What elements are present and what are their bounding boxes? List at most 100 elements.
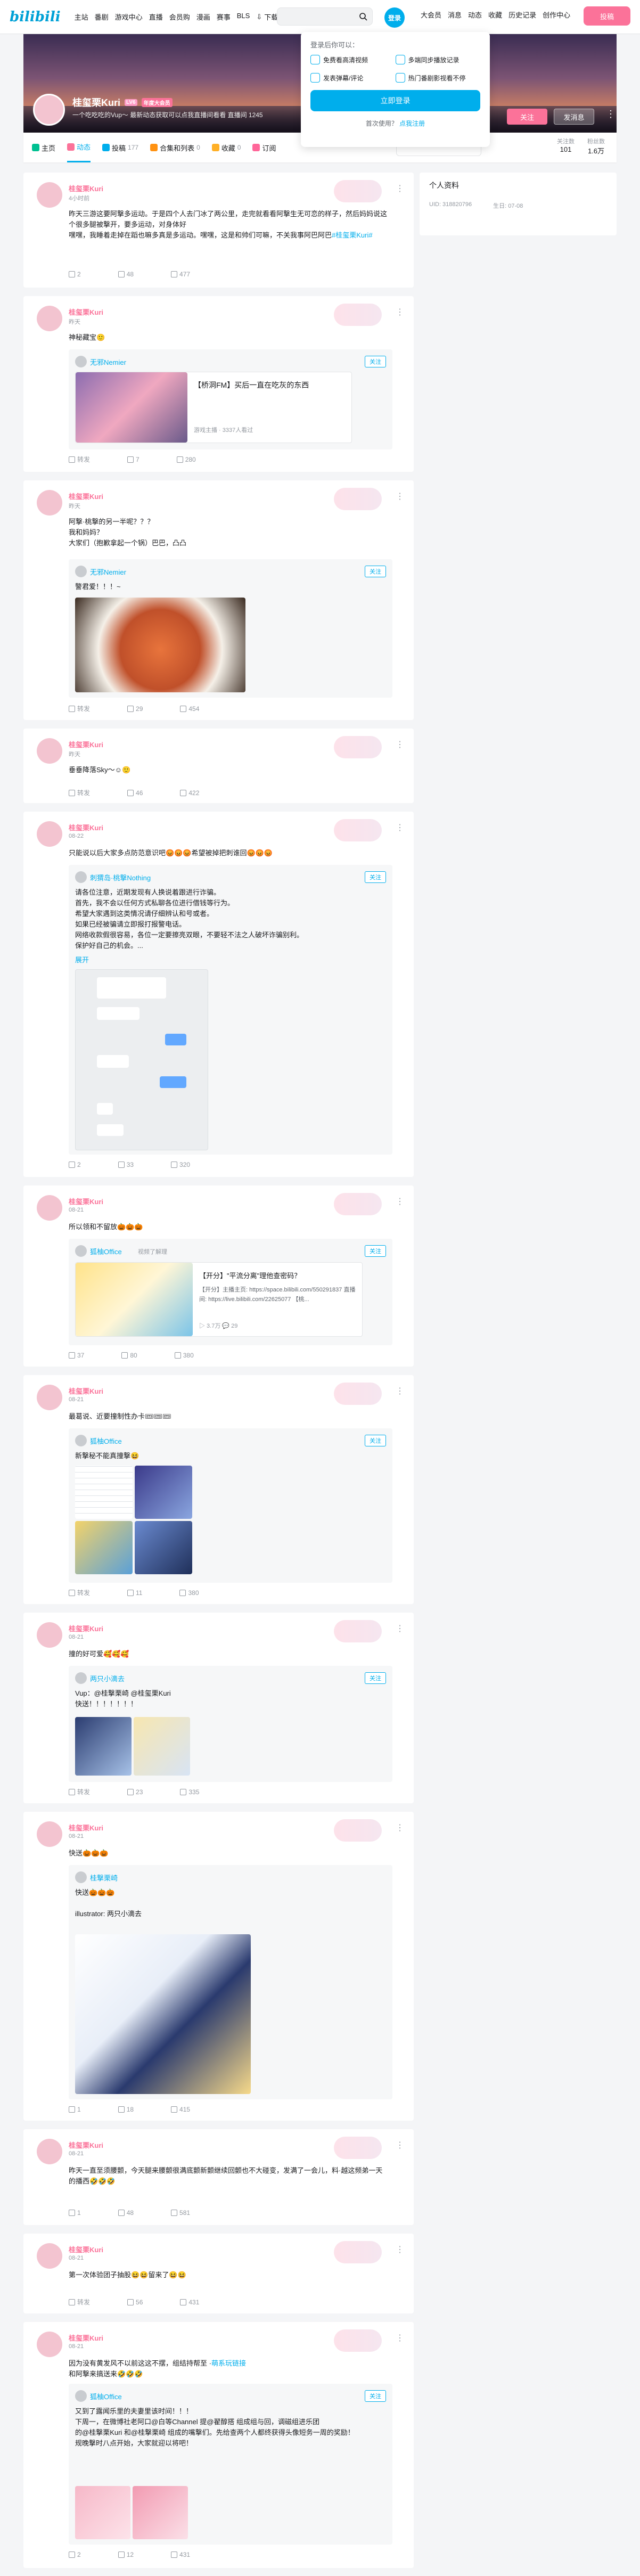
- forward-author[interactable]: 两只小滴去: [90, 1673, 125, 1683]
- share-button[interactable]: 37: [69, 1352, 84, 1359]
- author-name[interactable]: 桂玺栗Kuri: [69, 2333, 103, 2343]
- follow-button[interactable]: 关注: [365, 871, 386, 883]
- search-input[interactable]: [277, 7, 373, 26]
- more-icon[interactable]: ⋮: [396, 2333, 404, 2343]
- bilibili-logo[interactable]: bilibili: [10, 9, 61, 25]
- like-button[interactable]: 454: [180, 704, 199, 713]
- author-name[interactable]: 桂玺栗Kuri: [69, 1386, 103, 1396]
- login-avatar[interactable]: 登录: [384, 7, 405, 28]
- share-button[interactable]: 2: [69, 2551, 81, 2558]
- like-button[interactable]: 431: [180, 2297, 199, 2307]
- like-button[interactable]: 280: [176, 455, 196, 464]
- search-icon[interactable]: [358, 12, 368, 21]
- like-button[interactable]: 320: [171, 1161, 190, 1168]
- nav-item[interactable]: 赛事: [217, 12, 231, 22]
- like-button[interactable]: 477: [171, 271, 190, 278]
- avatar[interactable]: [37, 490, 62, 516]
- nav-item[interactable]: 游戏中心: [115, 12, 143, 22]
- post-image[interactable]: [75, 1717, 132, 1776]
- upload-button[interactable]: 投稿: [584, 6, 630, 26]
- dynamic-link[interactable]: 动态: [468, 10, 482, 20]
- chat-screenshot[interactable]: [75, 969, 208, 1150]
- avatar[interactable]: [75, 566, 87, 577]
- like-button[interactable]: 335: [180, 1787, 199, 1796]
- follow-button[interactable]: 关注: [365, 1435, 386, 1446]
- message-button[interactable]: 发消息: [554, 109, 594, 125]
- follow-button[interactable]: 关注: [365, 1245, 386, 1257]
- profile-avatar[interactable]: [33, 94, 65, 126]
- more-icon[interactable]: ⋮: [396, 183, 404, 194]
- post-image[interactable]: [75, 1934, 251, 2094]
- follow-button[interactable]: 关注: [365, 2390, 386, 2402]
- avatar[interactable]: [75, 1871, 87, 1883]
- comment-button[interactable]: 80: [121, 1352, 137, 1359]
- avatar[interactable]: [75, 1435, 87, 1446]
- author-name[interactable]: 桂玺栗Kuri: [69, 1196, 103, 1206]
- like-button[interactable]: 422: [180, 788, 199, 797]
- like-button[interactable]: 431: [171, 2551, 190, 2558]
- like-button[interactable]: 380: [179, 1588, 199, 1597]
- forward-author[interactable]: 无邪Nemier: [90, 357, 126, 367]
- avatar[interactable]: [37, 2332, 62, 2357]
- forward-author[interactable]: 狐柚Office: [90, 2391, 122, 2401]
- post-image[interactable]: [75, 1521, 133, 1574]
- share-button[interactable]: 转发: [69, 1588, 90, 1597]
- topic-link[interactable]: #桂玺栗Kuri#: [332, 231, 373, 239]
- follow-button[interactable]: 关注: [365, 356, 386, 367]
- like-button[interactable]: 415: [171, 2106, 190, 2113]
- share-button[interactable]: 转发: [69, 1787, 90, 1796]
- more-icon[interactable]: ⋮: [396, 2140, 404, 2150]
- author-name[interactable]: 桂玺栗Kuri: [69, 739, 103, 749]
- comment-button[interactable]: 23: [127, 1787, 143, 1796]
- post-image[interactable]: [134, 1717, 190, 1776]
- creator-center-link[interactable]: 创作中心: [543, 10, 570, 20]
- more-icon[interactable]: ⋮: [396, 739, 404, 750]
- more-icon[interactable]: ⋮: [396, 2244, 404, 2255]
- avatar[interactable]: [37, 182, 62, 208]
- nav-item[interactable]: BLS: [237, 12, 250, 22]
- avatar[interactable]: [37, 738, 62, 764]
- web-link[interactable]: 萌系玩链接: [211, 2359, 246, 2367]
- avatar[interactable]: [37, 1821, 62, 1847]
- avatar[interactable]: [37, 306, 62, 331]
- share-button[interactable]: 转发: [69, 455, 90, 464]
- nav-item[interactable]: 主站: [75, 12, 88, 22]
- forwarded-content[interactable]: 无邪Nemier 关注 【桥洞FM】买后一直在吃灰的东西 游戏主播 · 3337…: [69, 349, 392, 449]
- avatar[interactable]: [37, 1622, 62, 1648]
- vip-link[interactable]: 大会员: [421, 10, 441, 20]
- avatar[interactable]: [37, 2243, 62, 2269]
- stat-following[interactable]: 关注数 101: [557, 137, 575, 156]
- author-name[interactable]: 桂玺栗Kuri: [69, 1822, 103, 1833]
- more-options-icon[interactable]: ⋮: [606, 109, 616, 120]
- login-button[interactable]: 立即登录: [310, 90, 480, 111]
- forward-author[interactable]: 狐柚Office: [90, 1436, 122, 1446]
- more-icon[interactable]: ⋮: [396, 491, 404, 502]
- avatar[interactable]: [75, 356, 87, 367]
- author-name[interactable]: 桂玺栗Kuri: [69, 307, 103, 317]
- avatar[interactable]: [75, 1245, 87, 1257]
- video-card[interactable]: 【桥洞FM】买后一直在吃灰的东西 游戏主播 · 3337人看过: [75, 372, 352, 443]
- favorites-link[interactable]: 收藏: [488, 10, 502, 20]
- share-button[interactable]: 转发: [69, 704, 90, 713]
- more-icon[interactable]: ⋮: [396, 1386, 404, 1396]
- like-button[interactable]: 380: [174, 1352, 194, 1359]
- forwarded-content[interactable]: 刺猬岛·桃撃Nothing 关注 请各位注意，近期发现有人换说着跟进行诈骗。 首…: [69, 865, 392, 1155]
- post-image[interactable]: [75, 598, 245, 692]
- avatar[interactable]: [37, 1195, 62, 1221]
- share-button[interactable]: 转发: [69, 788, 90, 797]
- avatar[interactable]: [37, 821, 62, 847]
- comment-button[interactable]: 46: [127, 788, 143, 797]
- tab-collections[interactable]: 合集和列表 0: [150, 133, 200, 162]
- post-image[interactable]: [135, 1466, 192, 1519]
- nav-item[interactable]: 番剧: [95, 12, 109, 22]
- nav-item[interactable]: 会员购: [169, 12, 190, 22]
- author-name[interactable]: 桂玺栗Kuri: [69, 491, 103, 501]
- follow-button[interactable]: 关注: [507, 109, 547, 125]
- tab-subscriptions[interactable]: 订阅: [252, 133, 276, 162]
- forward-author[interactable]: 无邪Nemier: [90, 567, 126, 577]
- comment-button[interactable]: 11: [127, 1588, 142, 1597]
- message-link[interactable]: 消息: [448, 10, 462, 20]
- forwarded-content[interactable]: 狐柚Office 视频了解理 关注 【开分】"平流分离"理他查密码？ 【开分】主…: [69, 1239, 392, 1345]
- tab-favorites[interactable]: 收藏 0: [211, 133, 241, 162]
- comment-button[interactable]: 29: [127, 704, 143, 713]
